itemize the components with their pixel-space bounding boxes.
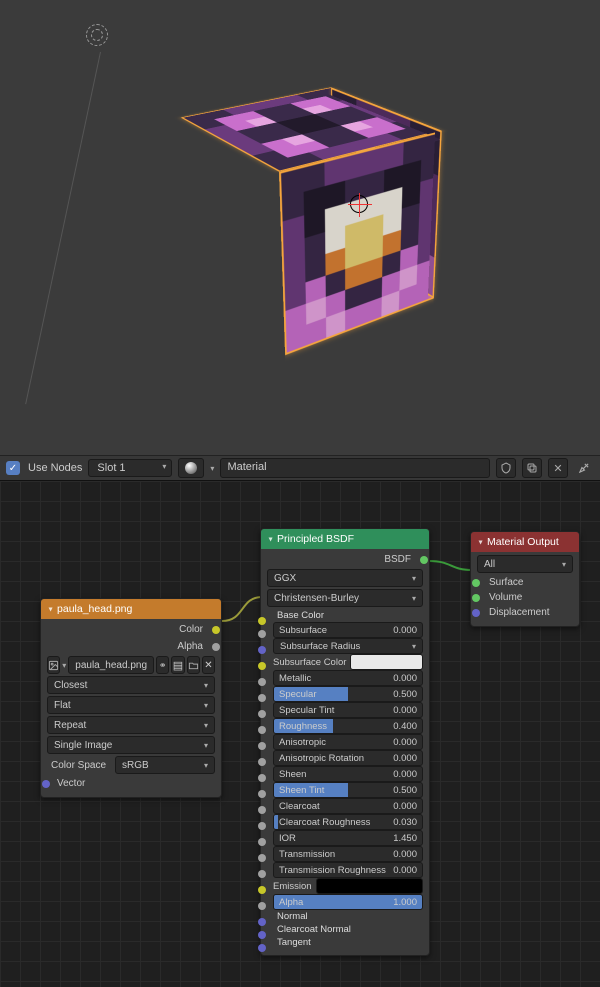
material-slot-dropdown[interactable]: Slot 1 (88, 459, 172, 477)
bsdf-input-sheen[interactable]: Sheen0.000 (267, 766, 423, 782)
socket-in[interactable] (258, 931, 266, 939)
bsdf-input-emission[interactable]: Emission (267, 878, 423, 894)
image-browse-icon[interactable] (47, 656, 60, 674)
bsdf-input-subsurface[interactable]: Subsurface0.000 (267, 622, 423, 638)
bsdf-input-specular[interactable]: Specular0.500 (267, 686, 423, 702)
output-input-displacement[interactable]: Displacement (477, 605, 573, 620)
output-input-surface[interactable]: Surface (477, 575, 573, 590)
node-header[interactable]: Principled BSDF (261, 529, 429, 549)
bsdf-input-roughness[interactable]: Roughness0.400 (267, 718, 423, 734)
interpolation-dropdown[interactable]: Closest (47, 676, 215, 694)
socket-in[interactable] (472, 609, 480, 617)
cube-face-front (279, 131, 442, 356)
bsdf-input-metallic[interactable]: Metallic0.000 (267, 670, 423, 686)
socket-in[interactable] (258, 758, 266, 766)
output-input-volume[interactable]: Volume (477, 590, 573, 605)
bsdf-input-anisotropic-rotation[interactable]: Anisotropic Rotation0.000 (267, 750, 423, 766)
socket-in[interactable] (258, 790, 266, 798)
output-bsdf[interactable]: BSDF (267, 552, 423, 567)
socket-in[interactable] (258, 886, 266, 894)
bsdf-input-sheen-tint[interactable]: Sheen Tint0.500 (267, 782, 423, 798)
socket-in[interactable] (472, 579, 480, 587)
chevron-down-icon: ▾ (210, 464, 214, 473)
node-header[interactable]: paula_head.png (41, 599, 221, 619)
projection-dropdown[interactable]: Flat (47, 696, 215, 714)
use-nodes-checkbox[interactable]: ✓ (6, 461, 20, 475)
extension-dropdown[interactable]: Repeat (47, 716, 215, 734)
image-filename-field[interactable]: paula_head.png (68, 656, 154, 674)
users-icon[interactable]: ⚭ (156, 656, 169, 674)
unlink-image-icon[interactable]: ✕ (202, 656, 215, 674)
pin-icon[interactable] (574, 458, 594, 478)
node-header[interactable]: Material Output (471, 532, 579, 552)
socket-in[interactable] (472, 594, 480, 602)
material-name-field[interactable]: Material (220, 458, 490, 478)
socket-in[interactable] (258, 646, 266, 654)
socket-in[interactable] (258, 662, 266, 670)
bsdf-input-subsurface-radius[interactable]: Subsurface Radius (267, 638, 423, 654)
bsdf-input-clearcoat-roughness[interactable]: Clearcoat Roughness0.030 (267, 814, 423, 830)
socket-in[interactable] (258, 774, 266, 782)
cursor-3d-icon (350, 195, 368, 213)
socket-in[interactable] (258, 870, 266, 878)
material-header-bar: ✓ Use Nodes Slot 1 ▾ Material ✕ (0, 455, 600, 481)
principled-bsdf-node[interactable]: Principled BSDF BSDF GGX Christensen-Bur… (260, 528, 430, 956)
bsdf-input-base-color[interactable]: Base Color (267, 609, 423, 622)
open-image-icon[interactable] (187, 656, 200, 674)
material-output-node[interactable]: Material Output All SurfaceVolumeDisplac… (470, 531, 580, 627)
socket-out-alpha[interactable] (212, 643, 220, 651)
socket-in-vector[interactable] (42, 780, 50, 788)
new-image-icon[interactable]: ▤ (171, 656, 184, 674)
socket-in[interactable] (258, 944, 266, 952)
duplicate-icon[interactable] (522, 458, 542, 478)
output-alpha[interactable]: Alpha (47, 639, 215, 654)
socket-out-color[interactable] (212, 626, 220, 634)
colorspace-label: Color Space (47, 760, 111, 771)
socket-in[interactable] (258, 678, 266, 686)
shield-icon[interactable] (496, 458, 516, 478)
socket-in[interactable] (258, 902, 266, 910)
unlink-icon[interactable]: ✕ (548, 458, 568, 478)
bsdf-input-transmission-roughness[interactable]: Transmission Roughness0.000 (267, 862, 423, 878)
socket-in[interactable] (258, 918, 266, 926)
socket-in[interactable] (258, 854, 266, 862)
sss-method-dropdown[interactable]: Christensen-Burley (267, 589, 423, 607)
input-vector[interactable]: Vector (47, 776, 215, 791)
socket-in[interactable] (258, 726, 266, 734)
socket-in[interactable] (258, 710, 266, 718)
bsdf-input-clearcoat[interactable]: Clearcoat0.000 (267, 798, 423, 814)
axis-line (25, 52, 101, 404)
viewport-3d[interactable] (0, 0, 600, 455)
bsdf-input-anisotropic[interactable]: Anisotropic0.000 (267, 734, 423, 750)
socket-in[interactable] (258, 822, 266, 830)
bsdf-input-subsurface-color[interactable]: Subsurface Color (267, 654, 423, 670)
use-nodes-label: Use Nodes (28, 462, 82, 474)
node-editor[interactable]: paula_head.png Color Alpha ▾ paula_head.… (0, 481, 600, 987)
distribution-dropdown[interactable]: GGX (267, 569, 423, 587)
bsdf-input-tangent[interactable]: Tangent (267, 936, 423, 949)
socket-in[interactable] (258, 694, 266, 702)
bsdf-input-specular-tint[interactable]: Specular Tint0.000 (267, 702, 423, 718)
source-dropdown[interactable]: Single Image (47, 736, 215, 754)
material-browse-button[interactable] (178, 458, 204, 478)
bsdf-input-normal[interactable]: Normal (267, 910, 423, 923)
bsdf-input-clearcoat-normal[interactable]: Clearcoat Normal (267, 923, 423, 936)
socket-out-bsdf[interactable] (420, 556, 428, 564)
socket-in[interactable] (258, 630, 266, 638)
image-texture-node[interactable]: paula_head.png Color Alpha ▾ paula_head.… (40, 598, 222, 798)
bsdf-input-ior[interactable]: IOR1.450 (267, 830, 423, 846)
bsdf-input-alpha[interactable]: Alpha1.000 (267, 894, 423, 910)
colorspace-dropdown[interactable]: sRGB (115, 756, 215, 774)
textured-cube[interactable] (190, 80, 500, 380)
socket-in[interactable] (258, 742, 266, 750)
socket-in[interactable] (258, 617, 266, 625)
camera-icon (86, 24, 108, 46)
socket-in[interactable] (258, 806, 266, 814)
chevron-down-icon: ▾ (62, 661, 66, 670)
bsdf-input-transmission[interactable]: Transmission0.000 (267, 846, 423, 862)
target-dropdown[interactable]: All (477, 555, 573, 573)
socket-in[interactable] (258, 838, 266, 846)
output-color[interactable]: Color (47, 622, 215, 637)
